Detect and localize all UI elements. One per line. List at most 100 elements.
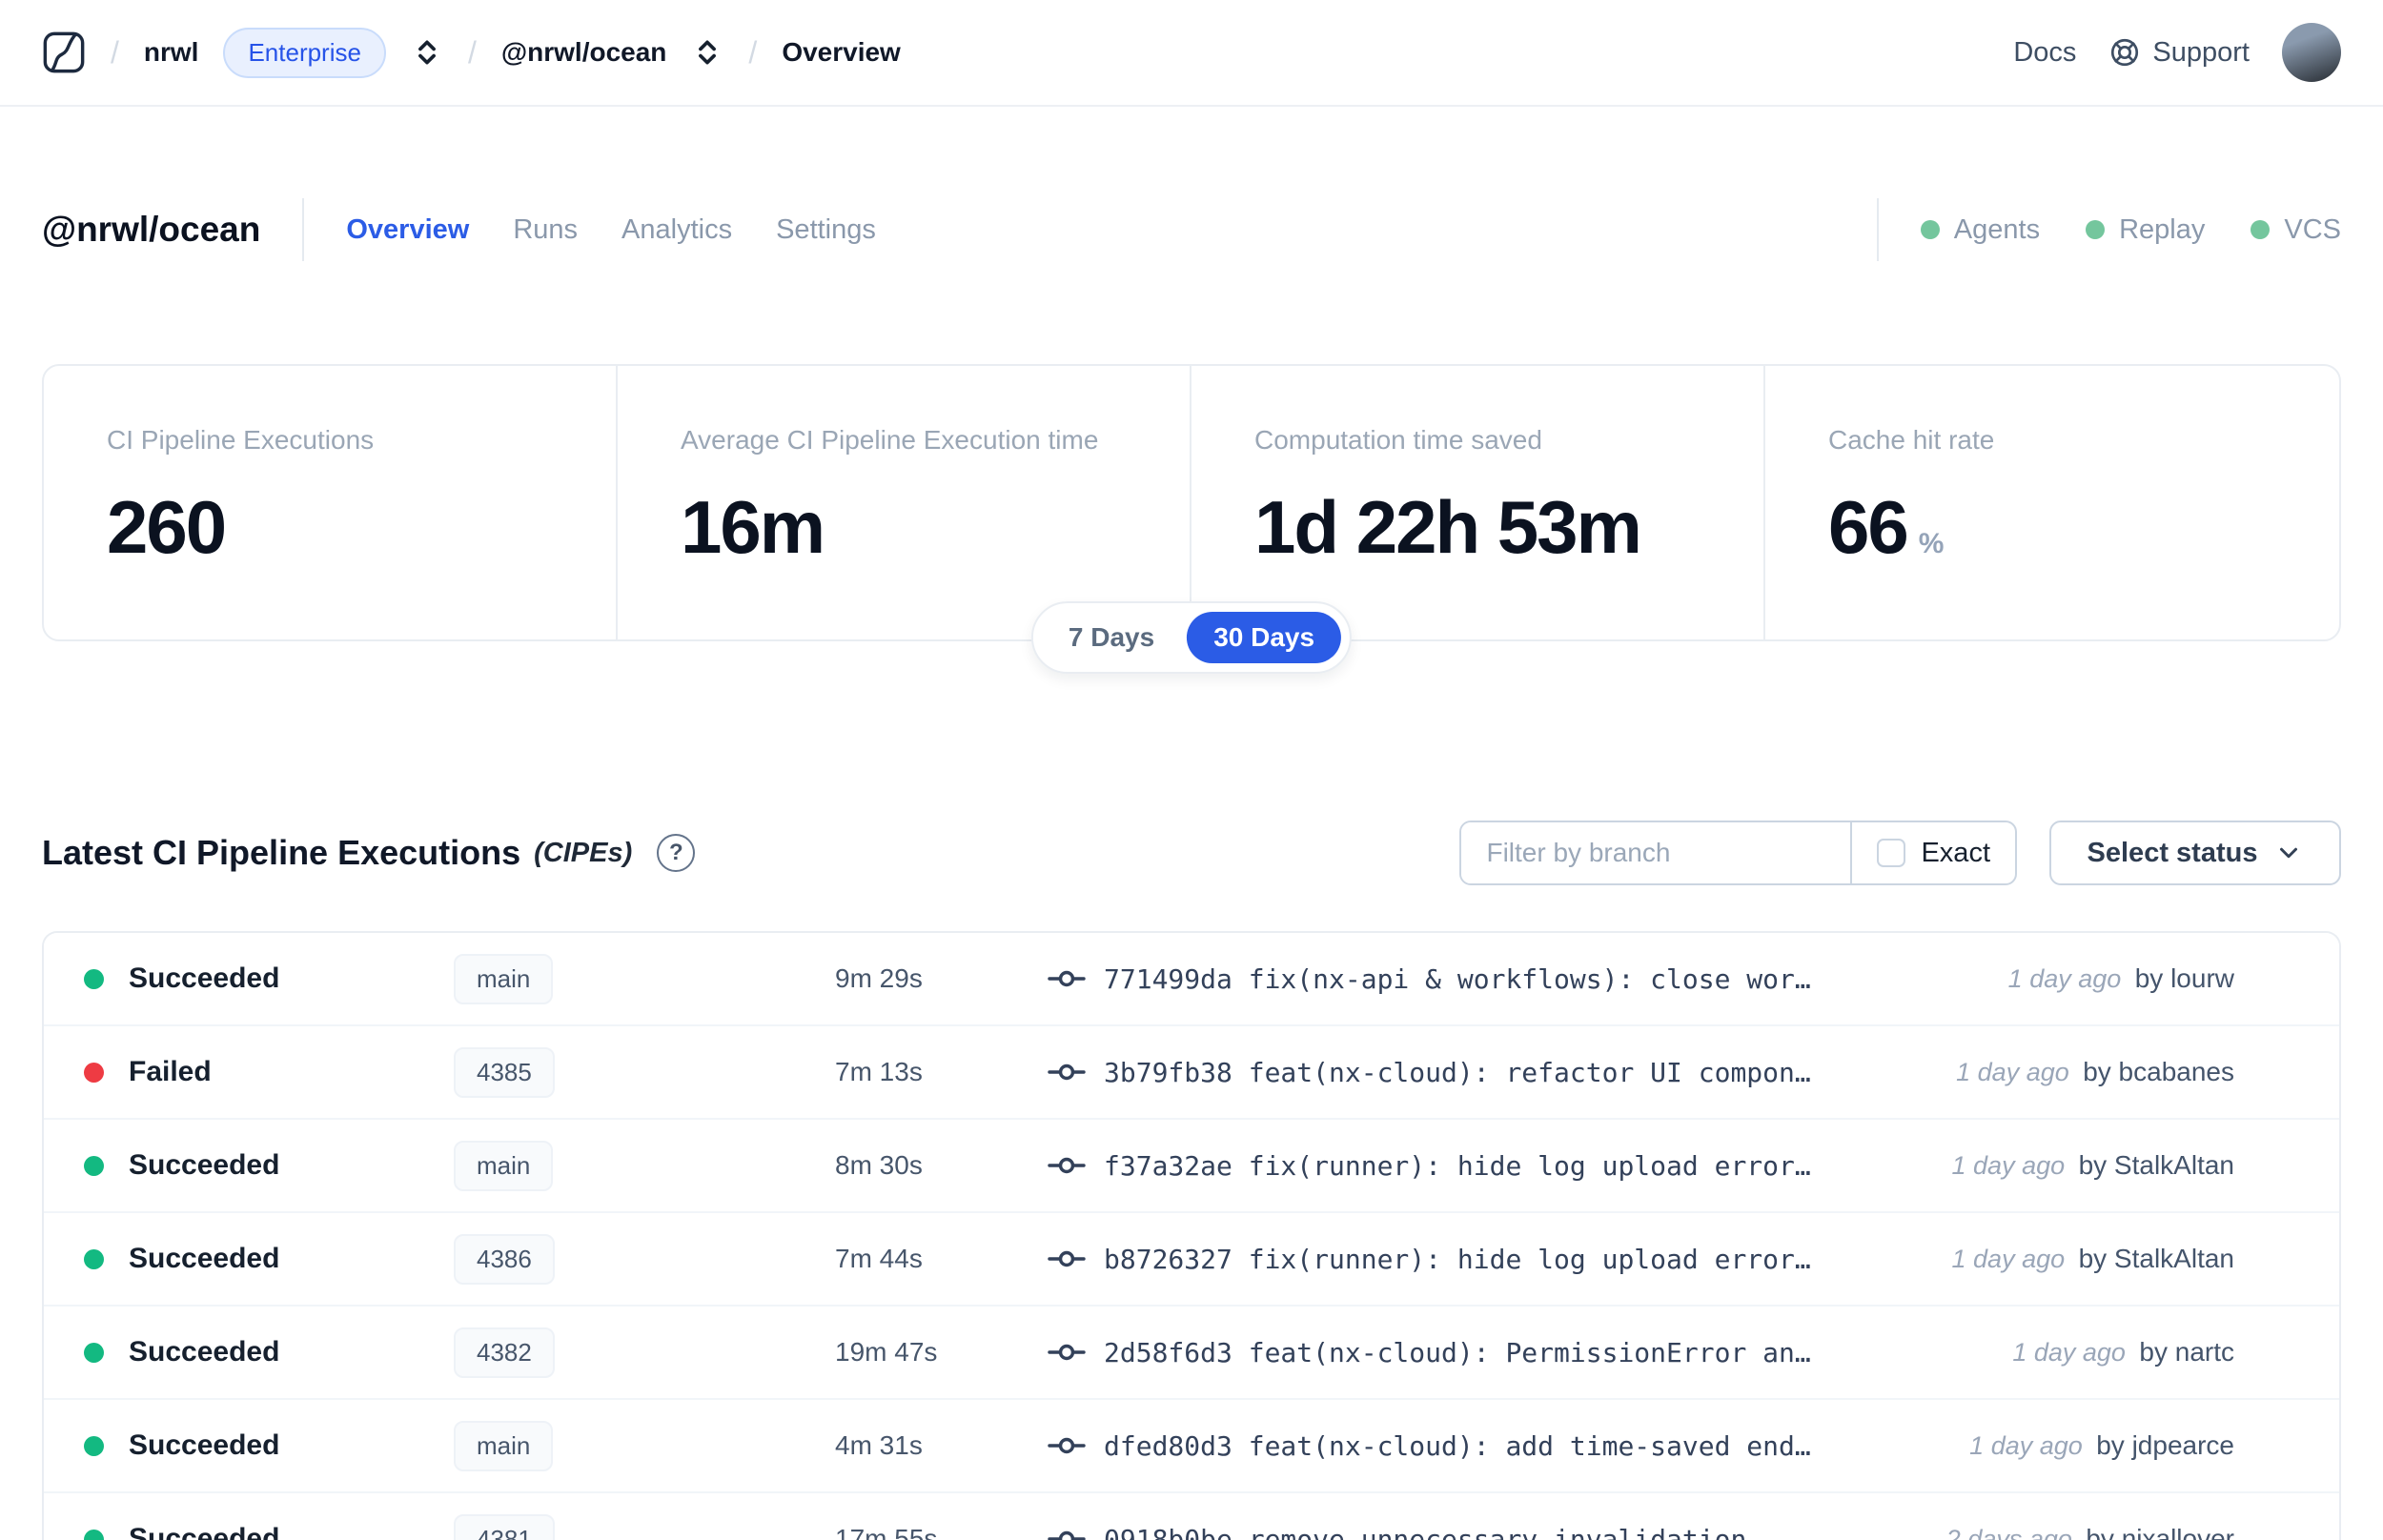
cipe-status-cell: Succeeded: [44, 1149, 454, 1182]
cipe-commit-cell: 0918b0be remove unnecessary invalidation: [1045, 1522, 1815, 1540]
cipe-row[interactable]: Succeeded 4386 7m 44s b8726327 fix(runne…: [44, 1213, 2339, 1307]
cipe-branch-cell: 4382: [454, 1327, 835, 1378]
commit-link[interactable]: 0918b0be remove unnecessary invalidation: [1104, 1524, 1746, 1540]
branch-badge[interactable]: 4382: [454, 1327, 555, 1378]
git-commit-icon: [1048, 1064, 1086, 1081]
stat-card-cache-hit-rate: Cache hit rate 66%: [1765, 366, 2339, 639]
org-switcher-icon[interactable]: [411, 36, 443, 69]
status-dot-icon: [84, 1155, 104, 1176]
commit-sha: 3b79fb38: [1104, 1056, 1232, 1088]
stat-value: 1d 22h 53m: [1254, 484, 1735, 571]
status-dot-icon: [84, 968, 104, 989]
status-label: Failed: [129, 1056, 212, 1087]
page-title: @nrwl/ocean: [42, 210, 261, 249]
range-7-days-button[interactable]: 7 Days: [1042, 612, 1181, 663]
commit-link[interactable]: 3b79fb38 feat(nx-cloud): refactor UI com…: [1104, 1057, 1815, 1088]
cipe-commit-cell: 771499da fix(nx-api & workflows): close …: [1045, 962, 1815, 996]
status-dot-icon: [84, 1248, 104, 1269]
status-label: Succeeded: [129, 1149, 280, 1181]
support-link[interactable]: Support: [2108, 36, 2250, 69]
executions-title: Latest CI Pipeline Executions: [42, 833, 521, 872]
breadcrumb-separator: /: [111, 34, 119, 70]
cipe-commit-cell: 3b79fb38 feat(nx-cloud): refactor UI com…: [1045, 1055, 1815, 1089]
cipe-row[interactable]: Succeeded main 9m 29s 771499da fix(nx-ap…: [44, 933, 2339, 1026]
agents-status-dot-icon: [1920, 220, 1940, 239]
status-label: Succeeded: [129, 1429, 280, 1461]
select-status-dropdown[interactable]: Select status: [2049, 821, 2341, 885]
enterprise-badge: Enterprise: [223, 27, 386, 78]
cipe-row[interactable]: Failed 4385 7m 13s 3b79fb38 feat(nx-clou…: [44, 1026, 2339, 1120]
nx-cloud-logo-icon[interactable]: [42, 30, 86, 74]
cipe-commit-cell: dfed80d3 feat(nx-cloud): add time-saved …: [1045, 1429, 1815, 1463]
cipe-author: by lourw: [2134, 963, 2234, 993]
stat-card-average-execution-time: Average CI Pipeline Execution time 16m: [618, 366, 1192, 639]
commit-link[interactable]: 771499da fix(nx-api & workflows): close …: [1104, 963, 1815, 995]
commit-message: feat(nx-cloud): PermissionError and N…: [1248, 1336, 1815, 1368]
branch-badge[interactable]: main: [454, 1140, 554, 1191]
cipe-status-cell: Succeeded: [44, 1523, 454, 1540]
executions-title-suffix: (CIPEs): [534, 837, 633, 868]
cipe-duration: 7m 44s: [835, 1244, 923, 1273]
range-30-days-button[interactable]: 30 Days: [1187, 612, 1342, 663]
stat-label: Cache hit rate: [1828, 425, 1995, 455]
cipe-duration: 19m 47s: [835, 1337, 938, 1367]
cipe-branch-cell: 4381: [454, 1513, 835, 1540]
cipe-duration: 7m 13s: [835, 1057, 923, 1086]
stat-card-computation-time-saved: Computation time saved 1d 22h 53m: [1192, 366, 1765, 639]
tab-settings[interactable]: Settings: [776, 214, 876, 246]
commit-message: feat(nx-cloud): add time-saved end po…: [1248, 1429, 1815, 1462]
branch-badge[interactable]: 4385: [454, 1046, 555, 1098]
cipe-row[interactable]: Succeeded 4381 17m 55s 0918b0be remove u…: [44, 1493, 2339, 1540]
exact-checkbox[interactable]: [1877, 839, 1906, 867]
cipe-row[interactable]: Succeeded main 4m 31s dfed80d3 feat(nx-c…: [44, 1400, 2339, 1493]
commit-link[interactable]: dfed80d3 feat(nx-cloud): add time-saved …: [1104, 1430, 1815, 1462]
stat-number: 260: [107, 485, 227, 569]
git-commit-icon: [1048, 1344, 1086, 1361]
cipe-meta-cell: 1 day ago by jdpearce: [1815, 1430, 2234, 1461]
support-label: Support: [2152, 36, 2250, 68]
breadcrumb-workspace[interactable]: @nrwl/ocean: [501, 37, 667, 68]
cipe-row[interactable]: Succeeded main 8m 30s f37a32ae fix(runne…: [44, 1120, 2339, 1213]
branch-badge[interactable]: main: [454, 1420, 554, 1471]
status-dot-icon: [84, 1062, 104, 1083]
status-agents[interactable]: Agents: [1920, 213, 2041, 246]
git-commit-icon: [1048, 1530, 1086, 1540]
status-label: Succeeded: [129, 1336, 280, 1368]
status-replay[interactable]: Replay: [2086, 214, 2205, 246]
exact-match-control: Exact: [1852, 822, 2015, 883]
branch-badge[interactable]: 4381: [454, 1513, 555, 1540]
tab-analytics[interactable]: Analytics: [621, 214, 732, 246]
topbar-actions: Docs Support: [2013, 23, 2341, 82]
agents-status-label: Agents: [1953, 213, 2041, 245]
executions-filters: Exact Select status: [1459, 821, 2341, 885]
cipe-row[interactable]: Succeeded 4382 19m 47s 2d58f6d3 feat(nx-…: [44, 1307, 2339, 1400]
workspace-switcher-icon[interactable]: [691, 36, 723, 69]
date-range-toggle: 7 Days 30 Days: [1030, 601, 1353, 674]
commit-link[interactable]: b8726327 fix(runner): hide log upload er…: [1104, 1244, 1815, 1275]
branch-filter-input[interactable]: [1461, 822, 1851, 883]
vcs-status-label: VCS: [2284, 213, 2341, 245]
commit-link[interactable]: 2d58f6d3 feat(nx-cloud): PermissionError…: [1104, 1337, 1815, 1368]
cipe-status-cell: Succeeded: [44, 1429, 454, 1462]
commit-sha: dfed80d3: [1104, 1429, 1232, 1462]
commit-link[interactable]: f37a32ae fix(runner): hide log upload er…: [1104, 1150, 1815, 1182]
user-avatar[interactable]: [2282, 23, 2341, 82]
tab-runs[interactable]: Runs: [513, 214, 578, 246]
cipe-duration: 8m 30s: [835, 1150, 923, 1180]
breadcrumb-org[interactable]: nrwl: [144, 37, 199, 68]
cipe-timestamp: 1 day ago: [1969, 1431, 2083, 1460]
cipe-table: Succeeded main 9m 29s 771499da fix(nx-ap…: [42, 931, 2341, 1540]
cipe-author: by StalkAltan: [2078, 1150, 2234, 1180]
commit-message: feat(nx-cloud): refactor UI component…: [1248, 1056, 1815, 1088]
status-vcs[interactable]: VCS: [2251, 214, 2341, 246]
branch-filter-group: Exact: [1459, 821, 2017, 885]
breadcrumb-page: Overview: [782, 37, 901, 67]
branch-badge[interactable]: main: [454, 953, 554, 1004]
docs-link[interactable]: Docs: [2013, 37, 2076, 69]
cipe-author: by jdpearce: [2096, 1430, 2234, 1460]
help-icon[interactable]: ?: [657, 834, 696, 872]
commit-sha: f37a32ae: [1104, 1149, 1232, 1182]
branch-badge[interactable]: 4386: [454, 1233, 555, 1285]
tab-overview[interactable]: Overview: [346, 214, 469, 246]
cipe-duration: 9m 29s: [835, 963, 923, 993]
